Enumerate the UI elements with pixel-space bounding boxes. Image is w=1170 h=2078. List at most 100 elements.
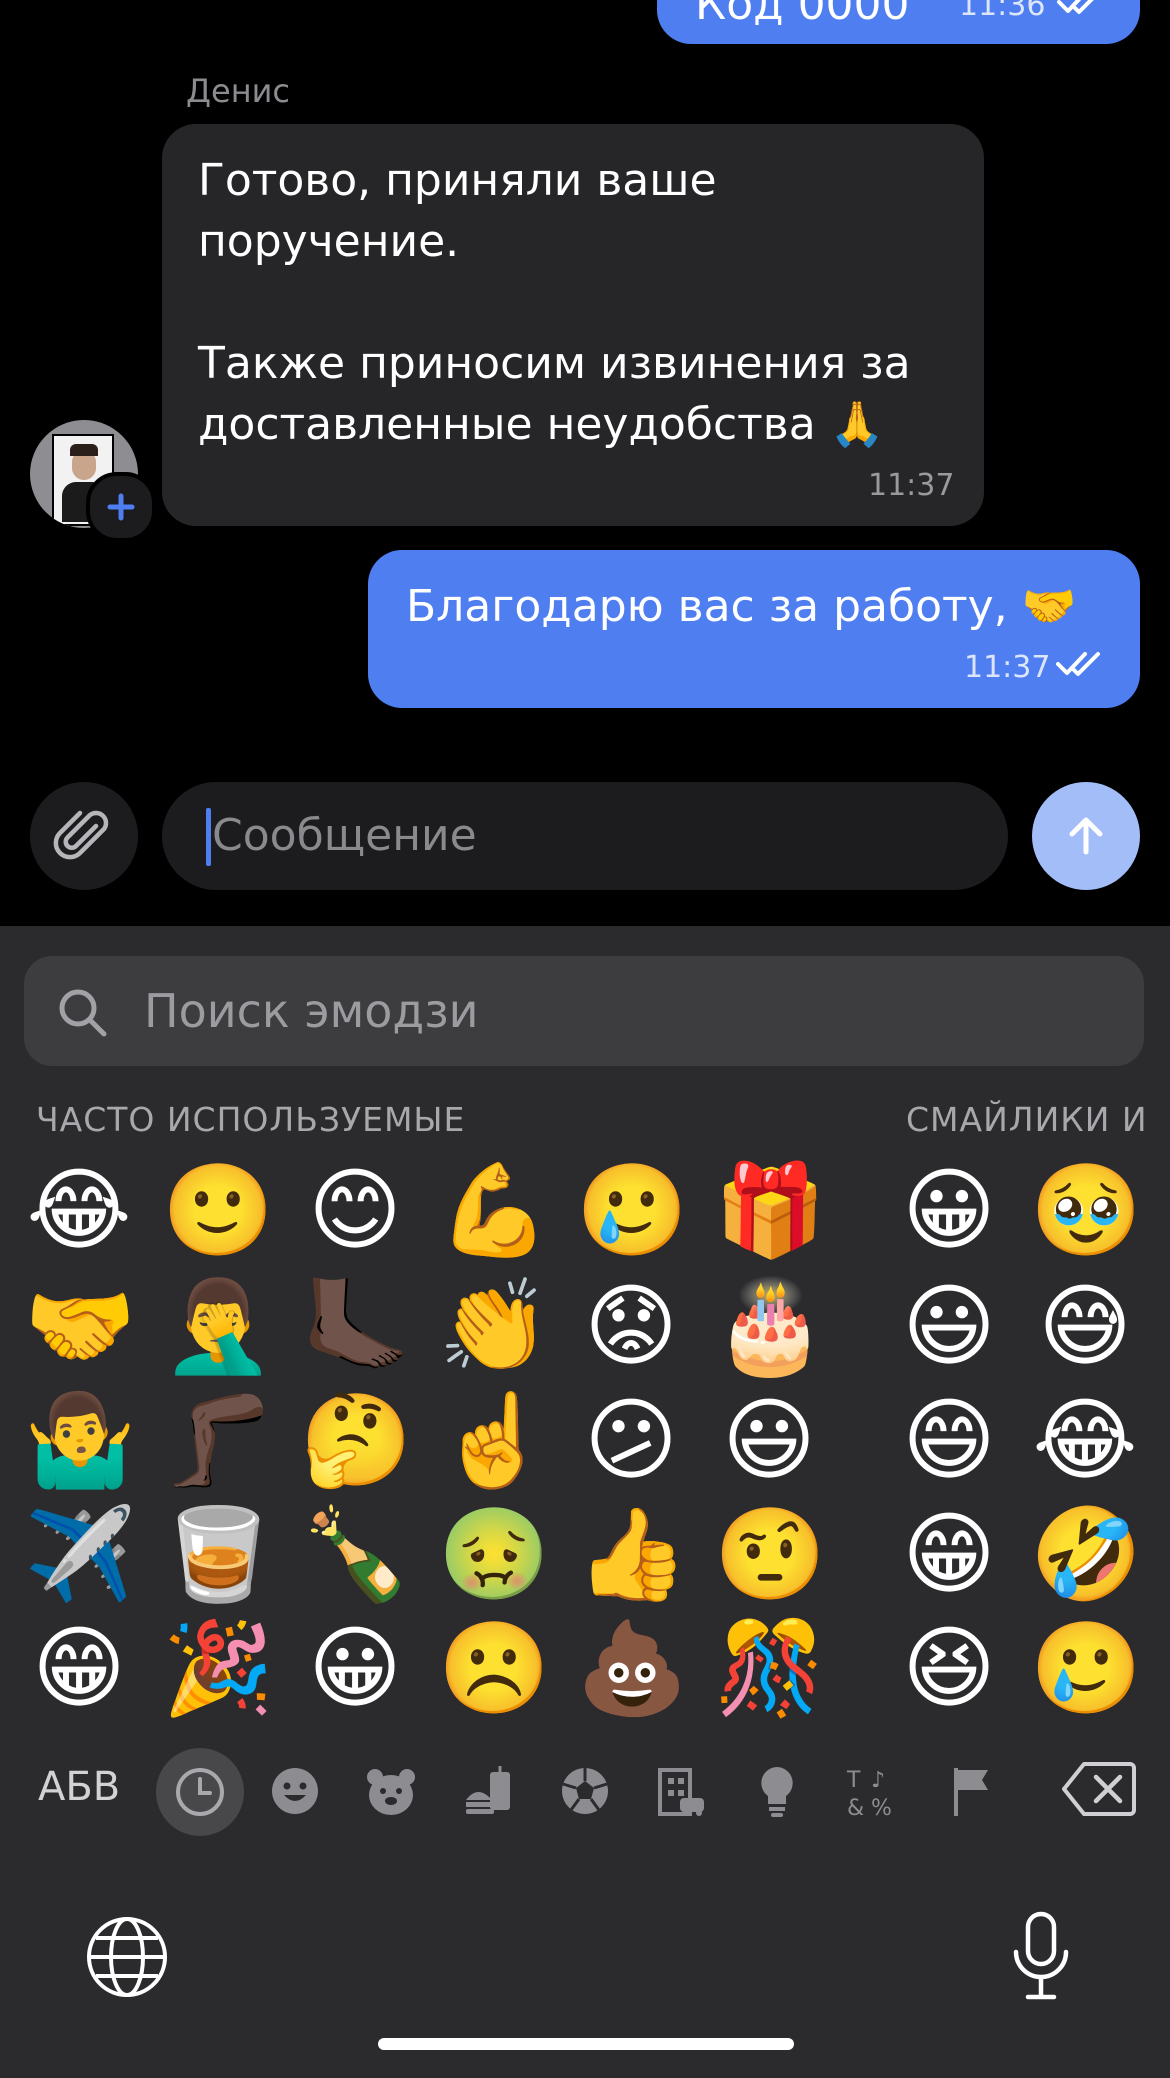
emoji-key[interactable]: 🎊 bbox=[714, 1614, 826, 1724]
emoji-key[interactable]: 🦵🏿 bbox=[162, 1386, 274, 1496]
search-icon bbox=[59, 989, 107, 1037]
category-recent-tab[interactable] bbox=[156, 1748, 244, 1836]
emoji-key[interactable]: 😁 bbox=[894, 1500, 1004, 1610]
message-text: Благодарю вас за работу, 🤝 bbox=[406, 581, 1077, 632]
message-time: 11:37 bbox=[868, 468, 955, 503]
smiley-icon bbox=[272, 1768, 318, 1814]
svg-text:%: % bbox=[871, 1796, 892, 1819]
home-indicator[interactable] bbox=[378, 2038, 794, 2050]
category-symbols-tab[interactable]: T ♪ &% bbox=[838, 1756, 908, 1826]
outgoing-message[interactable]: Благодарю вас за работу, 🤝 11:37 bbox=[368, 550, 1140, 708]
category-food-tab[interactable] bbox=[454, 1756, 524, 1826]
incoming-message[interactable]: Готово, приняли ваше поручение. Также пр… bbox=[162, 124, 984, 526]
emoji-key[interactable]: 😟 bbox=[576, 1272, 686, 1382]
send-button[interactable] bbox=[1032, 782, 1140, 890]
emoji-key[interactable]: 🦶🏿 bbox=[300, 1272, 412, 1382]
emoji-key[interactable]: 😃 bbox=[714, 1386, 824, 1496]
emoji-key[interactable]: 😅 bbox=[1030, 1272, 1140, 1382]
message-line: поручение. bbox=[198, 216, 460, 267]
emoji-key[interactable]: 💩 bbox=[576, 1614, 688, 1724]
emoji-key[interactable]: 🤨 bbox=[714, 1500, 826, 1610]
outgoing-message-partial[interactable]: Код 0000 11:36 bbox=[657, 0, 1140, 44]
ball-icon bbox=[562, 1768, 608, 1814]
emoji-key[interactable]: 🤷‍♂️ bbox=[24, 1386, 136, 1496]
building-icon bbox=[658, 1768, 704, 1816]
message-placeholder: Сообщение bbox=[212, 810, 477, 861]
category-objects-tab[interactable] bbox=[742, 1756, 812, 1826]
emoji-key[interactable]: ☹️ bbox=[438, 1614, 550, 1724]
recent-clock-icon bbox=[176, 1768, 224, 1816]
emoji-key[interactable]: 🥲 bbox=[1030, 1614, 1142, 1724]
emoji-key[interactable]: 🤢 bbox=[438, 1500, 550, 1610]
message-input[interactable]: Сообщение bbox=[162, 782, 1008, 890]
svg-text:T: T bbox=[846, 1768, 861, 1793]
message-line: доставленные неудобства 🙏 bbox=[198, 399, 885, 450]
emoji-key[interactable]: 🙂 bbox=[162, 1156, 274, 1266]
emoji-key[interactable]: 🎉 bbox=[162, 1614, 274, 1724]
emoji-search-input[interactable]: Поиск эмодзи bbox=[24, 956, 1144, 1066]
plus-icon bbox=[107, 493, 135, 521]
emoji-key[interactable]: 😄 bbox=[894, 1386, 1004, 1496]
read-checks-icon bbox=[1057, 0, 1094, 14]
emoji-key[interactable]: 🎂 bbox=[714, 1272, 826, 1382]
bulb-icon bbox=[761, 1767, 793, 1817]
emoji-key[interactable]: 😂 bbox=[1030, 1386, 1140, 1496]
emoji-key[interactable]: 😁 bbox=[24, 1614, 134, 1724]
emoji-key[interactable]: 💪 bbox=[438, 1156, 550, 1266]
emoji-key[interactable]: 👏 bbox=[438, 1272, 550, 1382]
emoji-key[interactable]: 👍 bbox=[576, 1500, 688, 1610]
delete-button[interactable] bbox=[1062, 1760, 1136, 1818]
microphone-icon bbox=[1013, 1911, 1069, 2000]
backspace-icon bbox=[1062, 1762, 1136, 1816]
emoji-key[interactable]: 😕 bbox=[576, 1386, 686, 1496]
read-checks-icon bbox=[1056, 652, 1100, 676]
emoji-key[interactable]: 😃 bbox=[894, 1272, 1004, 1382]
category-flags-tab[interactable] bbox=[936, 1756, 1006, 1826]
emoji-key[interactable]: 😀 bbox=[300, 1614, 410, 1724]
emoji-key[interactable]: 🤝 bbox=[24, 1272, 136, 1382]
emoji-key[interactable]: 🥃 bbox=[162, 1500, 274, 1610]
text-cursor bbox=[206, 808, 211, 866]
section-title-frequent: ЧАСТО ИСПОЛЬЗУЕМЫЕ bbox=[36, 1100, 466, 1139]
emoji-key[interactable]: 🤔 bbox=[300, 1386, 412, 1496]
symbols-icon: T ♪&% bbox=[846, 1768, 892, 1819]
bear-icon bbox=[367, 1769, 415, 1815]
sender-name: Денис bbox=[186, 72, 290, 110]
message-line: Также приносим извинения за bbox=[198, 338, 911, 389]
message-time: 11:36 bbox=[959, 0, 1046, 23]
emoji-key[interactable]: 🍾 bbox=[300, 1500, 412, 1610]
message-time: 11:37 bbox=[964, 650, 1051, 685]
emoji-key[interactable]: 🥹 bbox=[1030, 1156, 1142, 1266]
category-activity-tab[interactable] bbox=[550, 1756, 620, 1826]
category-travel-tab[interactable] bbox=[646, 1756, 716, 1826]
add-contact-button[interactable] bbox=[86, 472, 156, 542]
search-placeholder: Поиск эмодзи bbox=[144, 984, 479, 1038]
emoji-key[interactable]: ☝️ bbox=[438, 1386, 550, 1496]
flag-icon bbox=[954, 1768, 988, 1816]
emoji-key[interactable]: 🤦‍♂️ bbox=[162, 1272, 274, 1382]
chat-area: Код 0000 11:36 Денис Готово, приняли ваш… bbox=[0, 0, 1170, 926]
globe-icon bbox=[87, 1917, 167, 1997]
emoji-key[interactable]: 😀 bbox=[894, 1156, 1004, 1266]
paperclip-icon bbox=[53, 810, 109, 860]
message-text: Код 0000 bbox=[695, 0, 910, 30]
svg-text:♪: ♪ bbox=[871, 1768, 885, 1793]
emoji-key[interactable]: 🤣 bbox=[1030, 1500, 1142, 1610]
section-title-smileys: СМАЙЛИКИ И bbox=[906, 1100, 1148, 1139]
category-smileys-tab[interactable] bbox=[260, 1756, 330, 1826]
svg-text:&: & bbox=[847, 1796, 864, 1819]
emoji-key[interactable]: ✈️ bbox=[24, 1500, 136, 1610]
abc-button[interactable]: АБВ bbox=[38, 1764, 120, 1810]
arrow-up-icon bbox=[1069, 817, 1103, 855]
message-line: Готово, приняли ваше bbox=[198, 155, 717, 206]
emoji-key[interactable]: 😆 bbox=[894, 1614, 1004, 1724]
food-icon bbox=[466, 1766, 510, 1814]
category-animals-tab[interactable] bbox=[356, 1756, 426, 1826]
attach-button[interactable] bbox=[30, 782, 138, 890]
emoji-key[interactable]: 🎁 bbox=[714, 1156, 826, 1266]
microphone-button[interactable] bbox=[1008, 1910, 1074, 2002]
emoji-key[interactable]: 🥲 bbox=[576, 1156, 688, 1266]
emoji-key[interactable]: 😊 bbox=[300, 1156, 410, 1266]
globe-button[interactable] bbox=[84, 1914, 170, 2000]
emoji-key[interactable]: 😂 bbox=[24, 1156, 134, 1266]
